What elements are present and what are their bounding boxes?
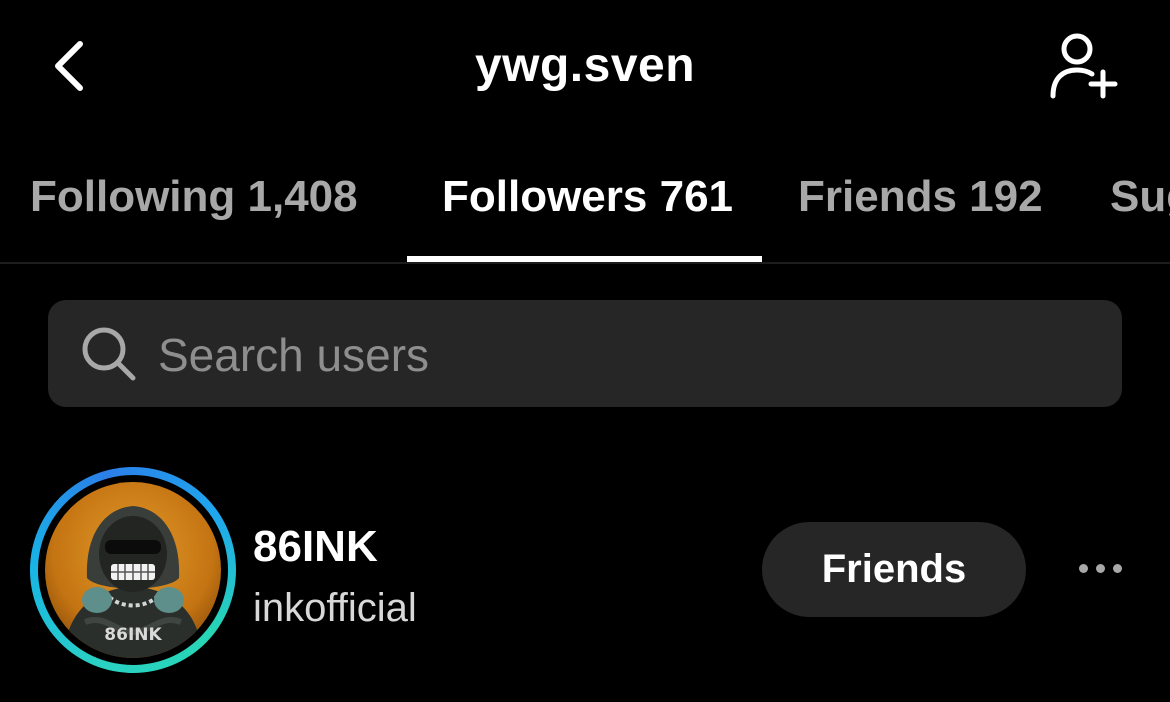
add-user-button[interactable]: [1045, 28, 1125, 103]
friends-button[interactable]: Friends: [762, 522, 1026, 617]
tab-following[interactable]: Following 1,408: [30, 172, 358, 222]
header: ywg.sven: [0, 0, 1170, 130]
user-display-name: 86INK: [253, 522, 378, 571]
avatar-image: 86INK: [45, 482, 221, 658]
tab-friends[interactable]: Friends 192: [798, 172, 1043, 222]
avatar-text: 86INK: [104, 625, 162, 645]
tab-followers[interactable]: Followers 761: [442, 172, 733, 222]
search-icon: [82, 327, 136, 381]
active-tab-indicator: [407, 256, 762, 262]
avatar[interactable]: 86INK: [30, 467, 236, 673]
tab-suggested[interactable]: Suggested: [1110, 172, 1170, 222]
add-user-icon: [1050, 33, 1118, 98]
page-title: ywg.sven: [474, 39, 696, 92]
tab-bar: Following 1,408 Followers 761 Friends 19…: [0, 150, 1170, 264]
more-icon[interactable]: [1070, 550, 1130, 586]
user-username: inkofficial: [253, 586, 417, 630]
list-item[interactable]: 86INK 86INK inkofficial Friends: [0, 460, 1170, 680]
search-placeholder: Search users: [158, 329, 430, 381]
